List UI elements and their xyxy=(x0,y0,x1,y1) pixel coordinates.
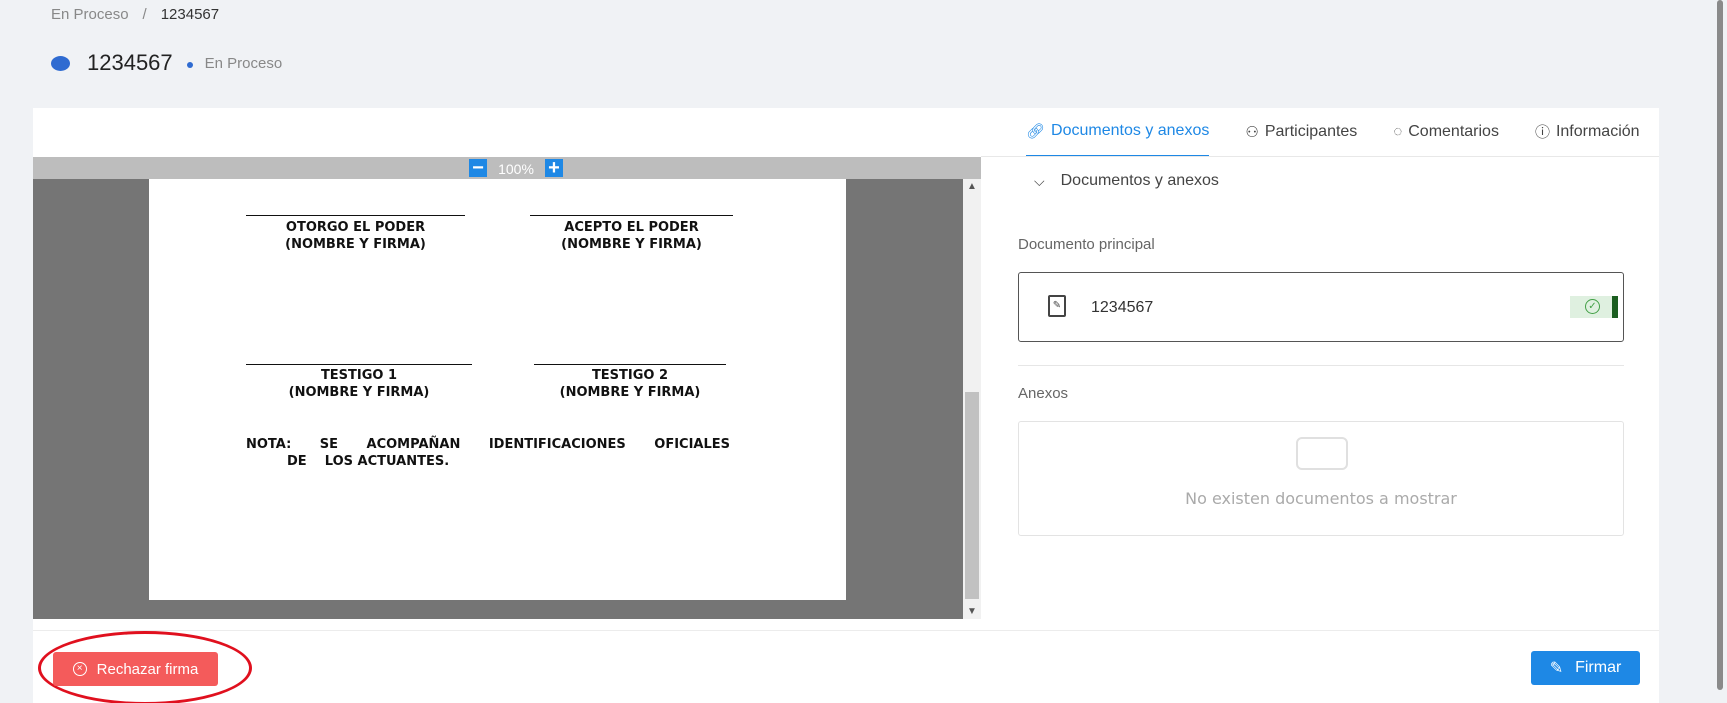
viewer-toolbar: − 100% + xyxy=(33,157,981,179)
main-document-item[interactable]: ✎ 1234567 ✓ xyxy=(1018,272,1624,342)
pen-icon: ✎ xyxy=(1549,660,1564,677)
zoom-level: 100% xyxy=(498,161,534,177)
witness2-signature-block: TESTIGO 2 (NOMBRE Y FIRMA) xyxy=(534,367,726,401)
status-indicator-icon xyxy=(186,62,193,68)
tab-bar: 🔗︎ Documentos y anexos ⚇ Participantes ◌… xyxy=(1026,108,1640,157)
people-icon: ⚇ xyxy=(1245,123,1259,141)
empty-state-text: No existen documentos a mostrar xyxy=(1185,489,1457,508)
main-document-name: 1234567 xyxy=(1091,299,1154,316)
pdf-file-icon: ✎ xyxy=(1048,295,1066,317)
breadcrumb-current: 1234567 xyxy=(160,6,220,23)
document-page: OTORGO EL PODER (NOMBRE Y FIRMA) ACEPTO … xyxy=(149,179,846,600)
tab-participants[interactable]: ⚇ Participantes xyxy=(1245,108,1357,157)
signature-line xyxy=(534,364,726,365)
grantor-title: OTORGO EL PODER xyxy=(285,220,426,235)
pdf-viewer[interactable]: − 100% + OTORGO EL PODER (NOMBRE Y FIRMA… xyxy=(33,157,981,619)
annexes-label: Anexos xyxy=(1018,385,1069,402)
close-circle-icon: × xyxy=(72,662,87,676)
page-scrollbar[interactable] xyxy=(1713,0,1727,703)
info-icon: ⓘ xyxy=(1534,124,1550,141)
note-word: ACOMPAÑAN xyxy=(366,437,461,452)
page-header: 1234567 En Proceso xyxy=(51,50,282,76)
witness1-signature-block: TESTIGO 1 (NOMBRE Y FIRMA) xyxy=(246,367,472,401)
witness2-title: TESTIGO 2 xyxy=(591,368,669,383)
zoom-in-button[interactable]: + xyxy=(545,158,563,178)
note-word: SE xyxy=(319,437,339,452)
section-divider xyxy=(1018,365,1624,366)
comments-icon: ◌ xyxy=(1393,123,1403,140)
breadcrumb-separator: / xyxy=(142,6,147,23)
footer-divider xyxy=(33,630,1659,631)
documents-section-toggle[interactable]: ⌵ Documentos y anexos xyxy=(1034,172,1219,190)
note-row: DE LOS ACTUANTES. xyxy=(287,454,450,469)
note-word: IDENTIFICACIONES xyxy=(488,437,626,452)
sign-button-label: Firmar xyxy=(1575,659,1622,676)
note-word: OFICIALES xyxy=(654,437,730,452)
document-panel: − 100% + OTORGO EL PODER (NOMBRE Y FIRMA… xyxy=(33,108,1659,703)
paperclip-icon: 🔗︎ xyxy=(1026,122,1046,140)
tab-label: Comentarios xyxy=(1408,122,1499,140)
sign-button[interactable]: ✎ Firmar xyxy=(1531,651,1640,685)
tab-documents[interactable]: 🔗︎ Documentos y anexos xyxy=(1026,108,1210,157)
scroll-down-icon[interactable]: ▼ xyxy=(967,606,977,617)
tabs-divider xyxy=(981,156,1659,157)
tab-comments[interactable]: ◌ Comentarios xyxy=(1393,108,1499,157)
signature-line xyxy=(246,215,465,216)
grantor-subtitle: (NOMBRE Y FIRMA) xyxy=(285,237,426,252)
note-word: NOTA: xyxy=(246,437,292,452)
status-dot-icon xyxy=(51,55,70,71)
tab-label: Participantes xyxy=(1264,122,1358,140)
acceptor-signature-block: ACEPTO EL PODER (NOMBRE Y FIRMA) xyxy=(530,219,733,253)
page-scroll-thumb[interactable] xyxy=(1717,0,1723,690)
witness1-title: TESTIGO 1 xyxy=(320,368,398,383)
breadcrumb-parent-link[interactable]: En Proceso xyxy=(51,6,129,23)
signed-status-badge: ✓ xyxy=(1570,296,1618,318)
signature-line xyxy=(530,215,733,216)
scroll-up-icon[interactable]: ▲ xyxy=(967,181,977,192)
grantor-signature-block: OTORGO EL PODER (NOMBRE Y FIRMA) xyxy=(246,219,465,253)
acceptor-subtitle: (NOMBRE Y FIRMA) xyxy=(561,237,702,252)
check-circle-icon: ✓ xyxy=(1585,299,1600,314)
status-label: En Proceso xyxy=(204,54,283,72)
section-title: Documentos y anexos xyxy=(1060,172,1219,189)
note-row: NOTA: SE ACOMPAÑAN IDENTIFICACIONES OFIC… xyxy=(246,436,730,453)
tab-label: Información xyxy=(1555,122,1640,140)
page-title: 1234567 xyxy=(87,50,173,75)
reject-button-label: Rechazar firma xyxy=(96,660,199,678)
chevron-down-icon: ⌵ xyxy=(1034,172,1045,189)
breadcrumb: En Proceso / 1234567 xyxy=(51,6,219,23)
tab-label: Documentos y anexos xyxy=(1051,121,1210,139)
tab-information[interactable]: ⓘ Información xyxy=(1535,108,1640,157)
zoom-out-button[interactable]: − xyxy=(469,158,487,178)
witness2-subtitle: (NOMBRE Y FIRMA) xyxy=(559,385,701,400)
document-note: NOTA: SE ACOMPAÑAN IDENTIFICACIONES OFIC… xyxy=(246,436,730,470)
acceptor-title: ACEPTO EL PODER xyxy=(564,220,699,235)
reject-signature-button[interactable]: × Rechazar firma xyxy=(53,652,218,686)
viewer-scroll-thumb[interactable] xyxy=(965,392,979,599)
empty-inbox-icon xyxy=(1296,437,1348,470)
witness1-subtitle: (NOMBRE Y FIRMA) xyxy=(288,385,430,400)
viewer-scrollbar[interactable]: ▲ ▼ xyxy=(963,179,981,619)
signature-line xyxy=(246,364,472,365)
status-bar xyxy=(1612,296,1618,318)
main-document-label: Documento principal xyxy=(1018,236,1155,253)
annexes-empty-state: No existen documentos a mostrar xyxy=(1018,421,1624,536)
